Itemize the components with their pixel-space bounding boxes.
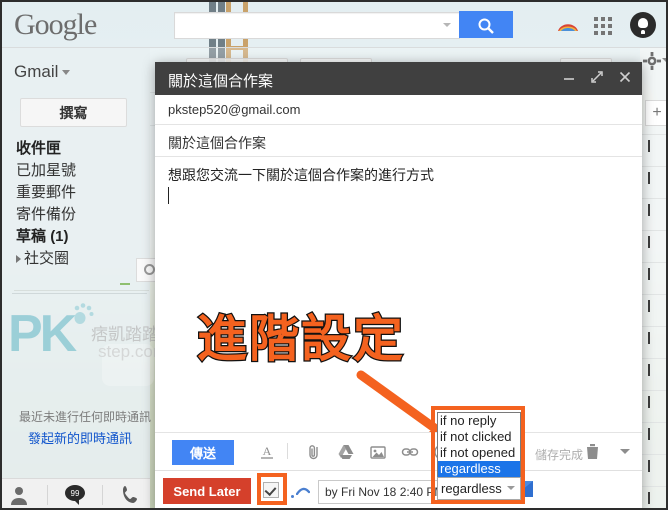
start-new-chat-link[interactable]: 發起新的即時通訊 xyxy=(10,428,150,447)
subject-value: 關於這個合作案 xyxy=(168,135,266,151)
google-logo: Google xyxy=(14,8,97,41)
watermark-initials: PK xyxy=(8,305,77,363)
boomerang-dot-icon xyxy=(291,495,294,498)
search-options-caret-icon[interactable] xyxy=(443,23,451,27)
send-date-label: by Fri Nov 18 2:40 PM xyxy=(325,485,445,499)
sidebar-item-label: 社交圈 xyxy=(24,250,70,267)
apps-grid-icon[interactable] xyxy=(594,17,612,35)
checkbox-highlight-box xyxy=(257,473,287,505)
message-body-text: 想跟您交流一下關於這個合作案的進行方式 xyxy=(168,167,434,183)
attach-file-icon[interactable] xyxy=(305,443,323,461)
trash-icon[interactable] xyxy=(585,443,600,460)
insert-photo-icon[interactable] xyxy=(369,443,387,461)
compose-button-label: 撰寫 xyxy=(59,104,88,121)
annotation-text: 進階設定 xyxy=(196,309,405,370)
search-button[interactable] xyxy=(459,11,513,38)
svg-text:99: 99 xyxy=(71,489,80,498)
sidebar-item-inbox[interactable]: 收件匣 xyxy=(16,138,146,160)
add-panel-button[interactable]: + xyxy=(645,100,668,126)
close-icon[interactable] xyxy=(618,70,632,84)
compose-titlebar: 關於這個合作案 xyxy=(155,62,642,95)
sidebar-item-label: 已加星號 xyxy=(16,162,77,179)
text-cursor xyxy=(168,187,169,204)
sidebar-item-circles[interactable]: 社交圈 xyxy=(16,248,146,270)
format-text-icon[interactable]: A xyxy=(258,443,276,461)
boomerang-bar: Send Later by Fri Nov 18 2:40 PM ? xyxy=(155,470,642,510)
minimize-icon[interactable] xyxy=(562,70,576,84)
condition-option[interactable]: if not opened xyxy=(438,445,520,461)
chevron-down-icon xyxy=(507,486,515,490)
sidebar-item-label: 寄件備份 xyxy=(16,206,77,223)
send-button-label: 傳送 xyxy=(189,446,216,461)
sidebar-item-label: 重要郵件 xyxy=(16,184,77,201)
settings-caret-icon[interactable] xyxy=(662,58,668,62)
watermark: PK 痞凱踏踏 step.com xyxy=(6,300,176,386)
boomerang-arc-icon[interactable] xyxy=(296,485,310,495)
screen-root: Google Gmail 撰寫 收件匣 已加星號 重要郵件 寄件備份 草稿 (1… xyxy=(0,0,668,510)
gear-icon[interactable] xyxy=(643,52,661,70)
condition-select-value: regardless xyxy=(441,481,502,496)
person-icon[interactable] xyxy=(8,484,30,506)
sidebar-item-drafts[interactable]: 草稿 (1) xyxy=(16,226,146,248)
chat-empty-note: 最近未進行任何即時通訊 xyxy=(18,410,151,424)
chat-bubble-icon[interactable]: 99 xyxy=(64,484,86,506)
sidebar-item-count: (1) xyxy=(50,228,69,245)
gmail-menu-button[interactable]: Gmail xyxy=(14,62,71,82)
send-later-label: Send Later xyxy=(173,483,241,499)
gmail-menu-label: Gmail xyxy=(14,62,59,81)
recipient-value: pkstep520@gmail.com xyxy=(168,102,301,117)
notification-bell-icon[interactable] xyxy=(630,12,656,38)
sidebar-item-label: 草稿 xyxy=(16,228,47,245)
svg-text:A: A xyxy=(263,444,272,458)
insert-link-icon[interactable] xyxy=(401,443,419,461)
chat-status-dash xyxy=(120,283,130,285)
search-input[interactable] xyxy=(181,13,431,38)
save-status: 儲存完成 xyxy=(535,448,584,462)
expand-icon[interactable] xyxy=(590,70,604,84)
more-options-caret-icon[interactable] xyxy=(620,449,630,454)
condition-option[interactable]: if no reply xyxy=(438,413,520,429)
chevron-down-icon xyxy=(62,70,71,76)
condition-select[interactable]: regardless xyxy=(437,477,521,500)
phone-icon[interactable] xyxy=(120,484,142,506)
google-topbar: Google xyxy=(0,0,668,48)
sidebar-item-label: 收件匣 xyxy=(16,140,62,157)
sidebar-item-starred[interactable]: 已加星號 xyxy=(16,160,146,182)
condition-option-selected[interactable]: regardless xyxy=(438,461,520,477)
compose-title: 關於這個合作案 xyxy=(168,73,274,90)
compose-button[interactable]: 撰寫 xyxy=(20,98,127,127)
send-later-button[interactable]: Send Later xyxy=(163,478,251,504)
google-drive-icon[interactable] xyxy=(337,443,355,461)
condition-option[interactable]: if not clicked xyxy=(438,429,520,445)
search-box[interactable] xyxy=(174,12,460,39)
condition-select-listbox[interactable]: if no reply if not clicked if not opened… xyxy=(437,412,521,478)
compose-toolbar: 傳送 A 儲存完成 xyxy=(155,432,642,471)
sidebar-nav-list: 收件匣 已加星號 重要郵件 寄件備份 草稿 (1) 社交圈 xyxy=(16,138,146,270)
send-button[interactable]: 傳送 xyxy=(172,440,234,465)
recipient-field[interactable]: pkstep520@gmail.com xyxy=(155,95,642,125)
subject-field[interactable]: 關於這個合作案 xyxy=(155,125,642,157)
sidebar-item-important[interactable]: 重要郵件 xyxy=(16,182,146,204)
search-icon xyxy=(478,18,494,34)
chat-icon-bar: 99 xyxy=(0,478,150,510)
expand-triangle-icon[interactable] xyxy=(16,255,21,263)
chat-divider xyxy=(14,290,149,291)
sidebar-item-sent[interactable]: 寄件備份 xyxy=(16,204,146,226)
sidebar-divider xyxy=(12,293,147,294)
google-plus-icon[interactable] xyxy=(556,20,580,32)
